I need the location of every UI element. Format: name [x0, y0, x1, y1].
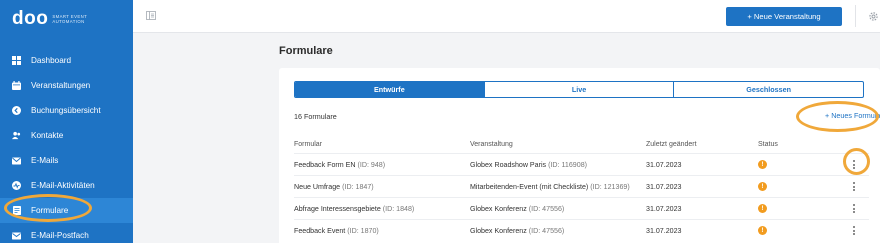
sidebar-item-mailbox[interactable]: E-Mail-Postfach	[0, 223, 133, 243]
event-id: (ID: 47556)	[528, 204, 565, 213]
table-header: Formular Veranstaltung Zuletzt geändert …	[294, 135, 869, 153]
status-warning-icon: !	[758, 160, 767, 170]
column-header-modified[interactable]: Zuletzt geändert	[646, 141, 758, 148]
form-id: (ID: 1848)	[382, 204, 415, 213]
modified-date: 31.07.2023	[646, 204, 682, 213]
status-warning-icon: !	[758, 226, 767, 236]
sidebar-item-label: Dashboard	[31, 56, 72, 65]
page-title: Formulare	[279, 45, 333, 57]
logo-subtitle: SMART EVENT AUTOMATION	[52, 13, 88, 24]
tab-live[interactable]: Live	[483, 82, 674, 97]
sidebar-item-dashboard[interactable]: Dashboard	[0, 48, 133, 73]
sidebar-nav: Dashboard Veranstaltungen Buchungsübersi…	[0, 48, 133, 243]
mail-icon	[12, 156, 21, 165]
event-name: Globex Konferenz	[470, 204, 527, 213]
event-cell: Globex Roadshow Paris (ID: 116908)	[470, 161, 646, 169]
tab-drafts[interactable]: Entwürfe	[295, 82, 484, 97]
form-icon	[12, 206, 21, 215]
modified-date: 31.07.2023	[646, 226, 682, 235]
sidebar-item-label: Buchungsübersicht	[31, 106, 101, 115]
form-name: Abfrage Interessensgebiete	[294, 204, 381, 213]
status-warning-icon: !	[758, 182, 767, 192]
topbar-divider	[855, 5, 856, 27]
event-cell: Globex Konferenz (ID: 47556)	[470, 227, 646, 235]
modified-date: 31.07.2023	[646, 182, 682, 191]
form-name: Feedback Form EN	[294, 160, 356, 169]
gear-icon[interactable]	[868, 11, 879, 24]
sidebar-item-emails[interactable]: E-Mails	[0, 148, 133, 173]
activity-icon	[12, 181, 21, 190]
form-id: (ID: 1847)	[342, 182, 374, 191]
column-header-form[interactable]: Formular	[294, 141, 470, 148]
form-id: (ID: 948)	[357, 160, 386, 169]
topbar: + Neue Veranstaltung	[133, 0, 880, 33]
more-options-icon[interactable]	[852, 160, 855, 169]
table-row[interactable]: Neue Umfrage (ID: 1847) Mitarbeitenden-E…	[294, 175, 869, 197]
new-event-button[interactable]: + Neue Veranstaltung	[726, 7, 842, 26]
forms-count: 16 Formulare	[294, 112, 337, 121]
event-id: (ID: 116908)	[548, 160, 587, 169]
sidebar-item-label: Formulare	[31, 206, 69, 215]
form-name-cell[interactable]: Feedback Form EN (ID: 948)	[294, 161, 470, 169]
status-warning-icon: !	[758, 204, 767, 214]
form-name-cell[interactable]: Neue Umfrage (ID: 1847)	[294, 183, 470, 191]
logo[interactable]: doo SMART EVENT AUTOMATION	[12, 9, 92, 28]
table-row[interactable]: Feedback Form EN (ID: 948) Globex Roadsh…	[294, 153, 869, 175]
form-id: (ID: 1870)	[347, 226, 379, 235]
form-name: Feedback Event	[294, 226, 346, 235]
column-header-event[interactable]: Veranstaltung	[470, 141, 646, 148]
event-name: Globex Roadshow Paris	[470, 160, 547, 169]
table-row[interactable]: Feedback Event (ID: 1870) Globex Konfere…	[294, 219, 869, 241]
sidebar-item-events[interactable]: Veranstaltungen	[0, 73, 133, 98]
more-options-icon[interactable]	[852, 204, 855, 213]
sidebar-item-email-activities[interactable]: E-Mail-Aktivitäten	[0, 173, 133, 198]
table-row[interactable]: Abfrage Interessensgebiete (ID: 1848) Gl…	[294, 197, 869, 219]
column-header-status[interactable]: Status	[758, 141, 838, 148]
sidebar-item-label: E-Mails	[31, 156, 59, 165]
calendar-icon	[12, 81, 21, 90]
form-name-cell[interactable]: Feedback Event (ID: 1870)	[294, 227, 470, 235]
sidebar-collapse-icon[interactable]	[146, 11, 156, 22]
sidebar: doo SMART EVENT AUTOMATION Dashboard Ver…	[0, 0, 133, 243]
form-name: Neue Umfrage	[294, 182, 341, 191]
sidebar-item-label: Kontakte	[31, 131, 64, 140]
new-form-button[interactable]: + Neues Formular	[825, 111, 880, 120]
arrow-circle-icon	[12, 106, 21, 115]
sidebar-item-label: E-Mail-Aktivitäten	[31, 181, 95, 190]
tab-closed[interactable]: Geschlossen	[673, 82, 863, 97]
more-options-icon[interactable]	[852, 182, 855, 191]
event-id: (ID: 121369)	[590, 182, 630, 191]
modified-date: 31.07.2023	[646, 160, 682, 169]
forms-card: Entwürfe Live Geschlossen 16 Formulare +…	[279, 68, 880, 243]
inbox-icon	[12, 231, 21, 240]
sidebar-item-forms[interactable]: Formulare	[0, 198, 133, 223]
event-name: Mitarbeitenden-Event (mit Checkliste)	[470, 182, 589, 191]
event-cell: Mitarbeitenden-Event (mit Checkliste) (I…	[470, 183, 646, 191]
logo-wordmark: doo	[12, 8, 49, 29]
form-name-cell[interactable]: Abfrage Interessensgebiete (ID: 1848)	[294, 205, 470, 213]
contacts-icon	[12, 131, 21, 140]
event-cell: Globex Konferenz (ID: 47556)	[470, 205, 646, 213]
status-tabs: Entwürfe Live Geschlossen	[294, 81, 864, 98]
sidebar-item-label: Veranstaltungen	[31, 81, 91, 90]
sidebar-item-contacts[interactable]: Kontakte	[0, 123, 133, 148]
event-name: Globex Konferenz	[470, 226, 527, 235]
forms-table: Formular Veranstaltung Zuletzt geändert …	[294, 135, 869, 241]
event-id: (ID: 47556)	[528, 226, 565, 235]
more-options-icon[interactable]	[852, 226, 855, 235]
sidebar-item-bookings[interactable]: Buchungsübersicht	[0, 98, 133, 123]
sidebar-item-label: E-Mail-Postfach	[31, 231, 89, 240]
dashboard-icon	[12, 56, 21, 65]
